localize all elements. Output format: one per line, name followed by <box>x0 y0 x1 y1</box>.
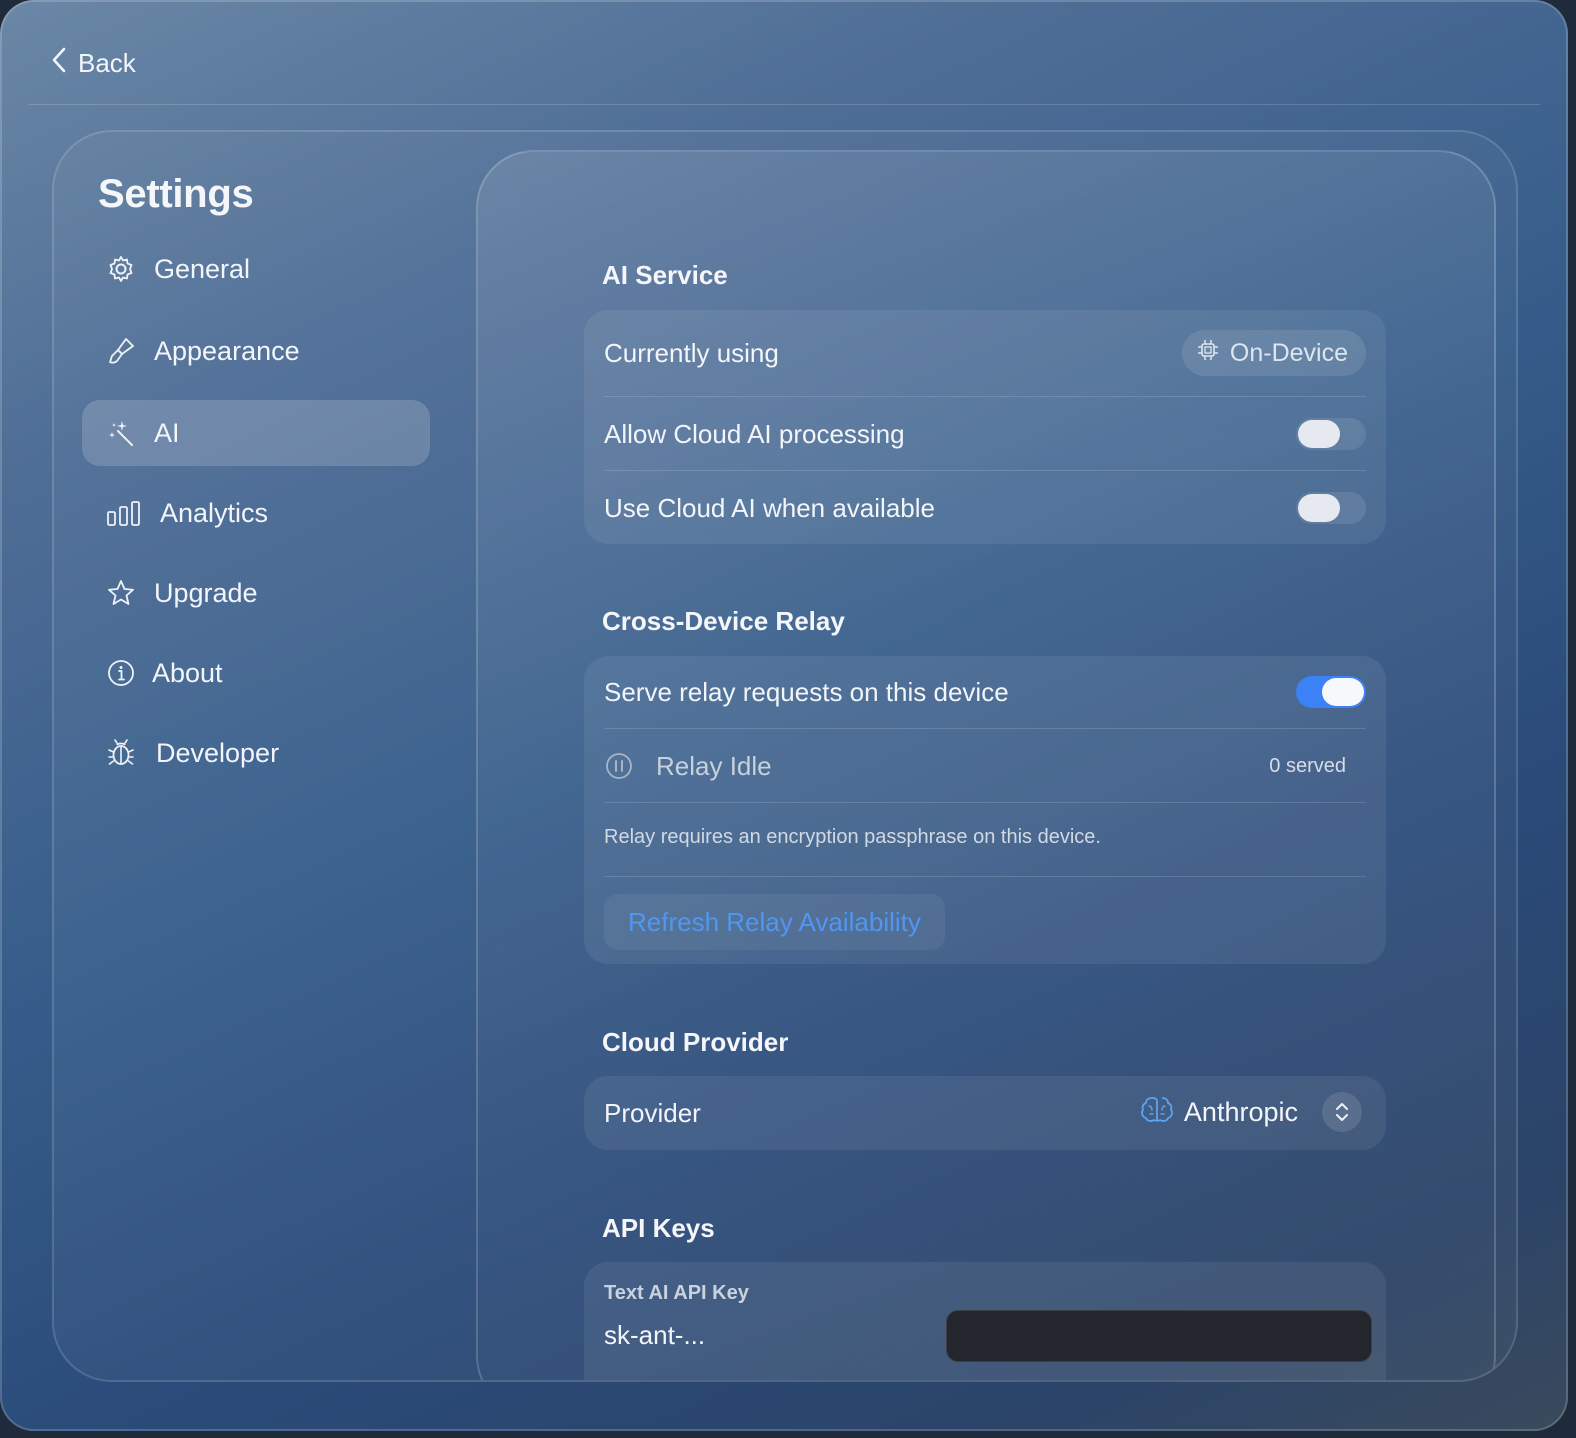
ai-service-card: Currently using On-Device Allow Cloud AI… <box>584 310 1386 544</box>
sidebar-item-label: Analytics <box>160 497 269 528</box>
magic-wand-icon <box>106 418 136 448</box>
star-icon <box>106 578 136 608</box>
settings-panel: Settings General Appearance AI Analytics… <box>52 130 1518 1382</box>
relay-note: Relay requires an encryption passphrase … <box>604 825 1101 848</box>
bug-icon <box>106 738 136 768</box>
relay-card: Serve relay requests on this device Rela… <box>584 656 1386 964</box>
sidebar-item-upgrade[interactable]: Upgrade <box>82 560 430 626</box>
info-icon <box>106 658 136 688</box>
sidebar-item-ai[interactable]: AI <box>82 400 430 466</box>
on-device-badge: On-Device <box>1181 330 1366 376</box>
section-title-ai-service: AI Service <box>602 260 728 290</box>
cloud-provider-card: Provider Anthropic <box>584 1076 1386 1150</box>
divider <box>604 876 1366 877</box>
serve-relay-label: Serve relay requests on this device <box>604 676 1009 707</box>
section-title-cloud-provider: Cloud Provider <box>602 1027 789 1057</box>
sidebar-item-label: Developer <box>156 737 280 768</box>
chevron-left-icon <box>50 46 68 81</box>
section-title-relay: Cross-Device Relay <box>602 606 845 636</box>
sidebar-item-general[interactable]: General <box>82 236 430 302</box>
provider-label: Provider <box>604 1097 701 1128</box>
brain-icon <box>1140 1094 1174 1131</box>
divider <box>604 728 1366 729</box>
divider <box>604 396 1366 397</box>
serve-relay-toggle[interactable] <box>1296 676 1366 708</box>
content-panel: AI Service Currently using On-Device All… <box>476 150 1496 1380</box>
gear-icon <box>106 254 136 284</box>
divider <box>604 802 1366 803</box>
sidebar-item-analytics[interactable]: Analytics <box>82 480 430 546</box>
chip-icon <box>1196 338 1220 369</box>
back-label: Back <box>78 48 136 78</box>
refresh-relay-button[interactable]: Refresh Relay Availability <box>604 894 945 950</box>
pause-circle-icon <box>604 751 634 781</box>
on-device-label: On-Device <box>1229 338 1348 367</box>
allow-cloud-row: Allow Cloud AI processing <box>604 414 1366 454</box>
allow-cloud-label: Allow Cloud AI processing <box>604 418 905 449</box>
top-bar: Back <box>28 0 1540 105</box>
bar-chart-icon <box>106 498 142 528</box>
allow-cloud-toggle[interactable] <box>1296 418 1366 450</box>
divider <box>604 470 1366 471</box>
page-title: Settings <box>98 172 254 216</box>
serve-relay-row: Serve relay requests on this device <box>604 672 1366 712</box>
sidebar-item-label: About <box>152 657 223 688</box>
paintbrush-icon <box>106 336 136 366</box>
provider-value: Anthropic <box>1183 1096 1298 1127</box>
use-cloud-label: Use Cloud AI when available <box>604 492 935 523</box>
relay-status-row: Relay Idle 0 served <box>604 746 1366 786</box>
text-api-key-label: Text AI API Key <box>604 1282 749 1304</box>
sidebar-item-label: General <box>154 253 251 284</box>
served-count: 0 served <box>1269 754 1346 777</box>
use-cloud-toggle[interactable] <box>1296 492 1366 524</box>
relay-note-row: Relay requires an encryption passphrase … <box>604 822 1366 852</box>
text-api-key-value: sk-ant-... <box>604 1320 706 1350</box>
relay-status-text: Relay Idle <box>656 750 772 781</box>
sidebar-item-label: AI <box>154 417 180 448</box>
currently-using-label: Currently using <box>604 337 779 368</box>
settings-window: Back Settings General Appearance AI Anal… <box>0 0 1568 1431</box>
section-title-api-keys: API Keys <box>602 1213 715 1243</box>
use-cloud-row: Use Cloud AI when available <box>604 488 1366 528</box>
sidebar-item-about[interactable]: About <box>82 640 430 706</box>
sidebar-item-label: Upgrade <box>154 577 258 608</box>
sidebar-item-label: Appearance <box>154 335 300 366</box>
chevron-up-down-icon <box>1322 1092 1362 1132</box>
back-button[interactable]: Back <box>50 46 136 81</box>
api-keys-card: Text AI API Key sk-ant-... <box>584 1262 1386 1380</box>
text-api-key-input[interactable] <box>946 1310 1372 1362</box>
provider-select[interactable]: Anthropic <box>1140 1092 1362 1132</box>
sidebar: Settings General Appearance AI Analytics… <box>54 132 474 1380</box>
sidebar-item-developer[interactable]: Developer <box>82 720 430 786</box>
sidebar-item-appearance[interactable]: Appearance <box>82 318 430 384</box>
